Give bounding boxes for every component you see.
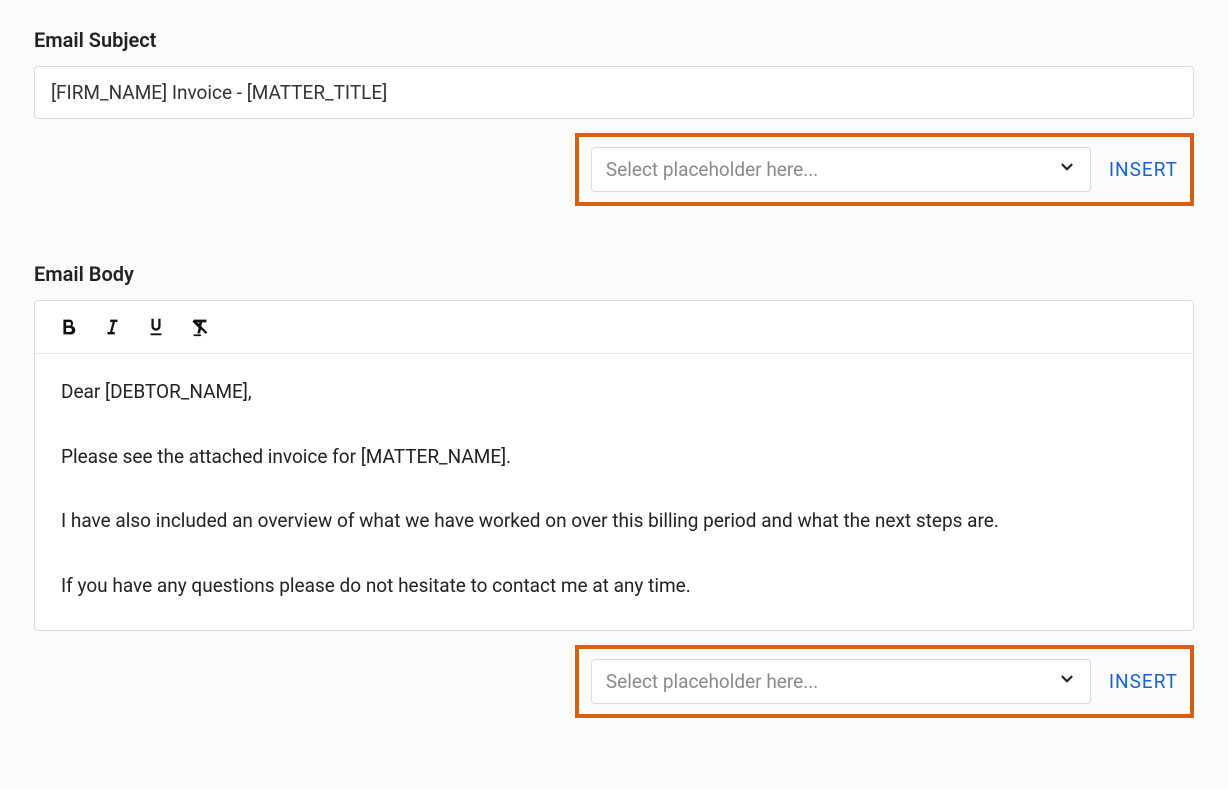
email-body-editor[interactable]: Dear [DEBTOR_NAME], Please see the attac…: [35, 354, 1193, 630]
subject-placeholder-text: Select placeholder here...: [606, 158, 818, 181]
bold-icon[interactable]: [57, 315, 79, 339]
email-body-section: Email Body Dear [DEBTOR_NAME], Please se…: [34, 262, 1194, 718]
email-subject-section: Email Subject Select placeholder here...…: [34, 28, 1194, 206]
subject-placeholder-select[interactable]: Select placeholder here...: [591, 147, 1091, 192]
italic-icon[interactable]: [101, 315, 123, 339]
email-subject-input[interactable]: [34, 66, 1194, 119]
body-insert-box: Select placeholder here... INSERT: [575, 645, 1194, 718]
editor-container: Dear [DEBTOR_NAME], Please see the attac…: [34, 300, 1194, 631]
email-subject-label: Email Subject: [34, 28, 1194, 52]
underline-icon[interactable]: [145, 315, 167, 339]
chevron-down-icon: [1048, 670, 1076, 693]
body-placeholder-select[interactable]: Select placeholder here...: [591, 659, 1091, 704]
editor-toolbar: [35, 301, 1193, 354]
chevron-down-icon: [1048, 158, 1076, 181]
email-body-label: Email Body: [34, 262, 1194, 286]
body-placeholder-text: Select placeholder here...: [606, 670, 818, 693]
subject-insert-box: Select placeholder here... INSERT: [575, 133, 1194, 206]
subject-insert-button[interactable]: INSERT: [1109, 158, 1178, 181]
body-insert-button[interactable]: INSERT: [1109, 670, 1178, 693]
clear-format-icon[interactable]: [189, 315, 211, 339]
